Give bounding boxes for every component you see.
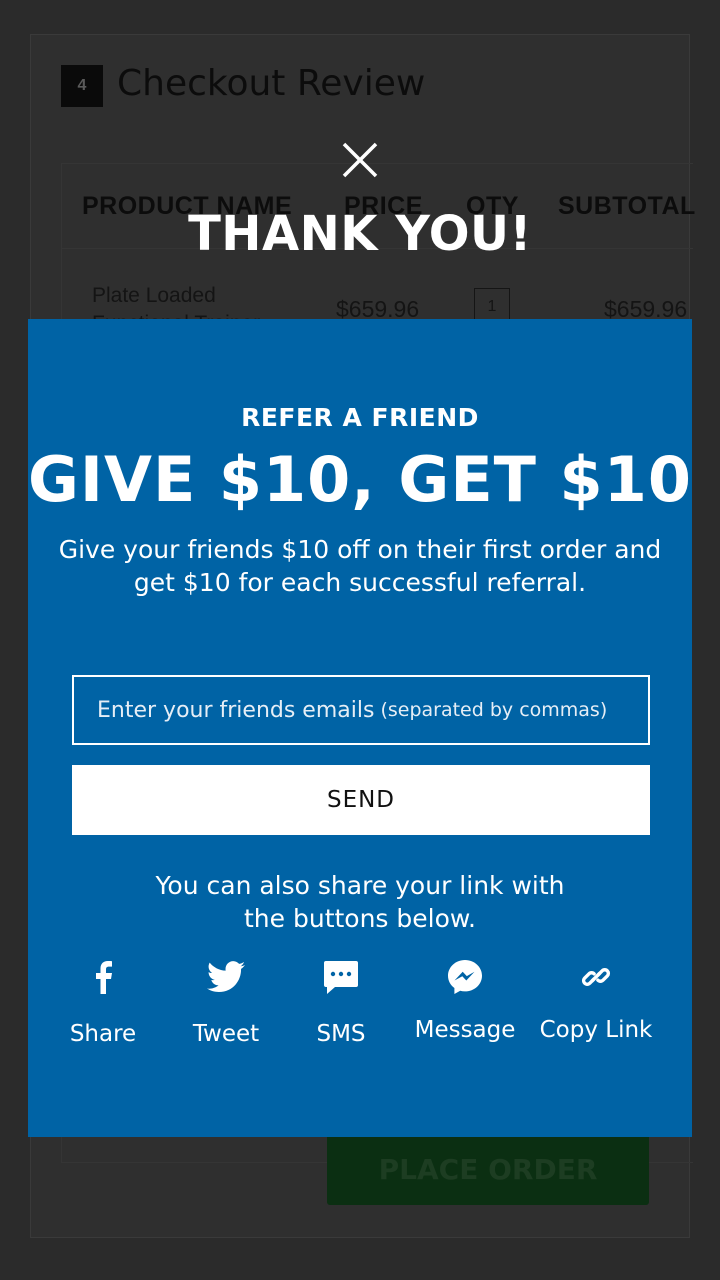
email-placeholder-hint: (separated by commas) xyxy=(380,699,608,721)
close-icon[interactable] xyxy=(336,136,384,184)
share-note-line1: You can also share your link with xyxy=(155,871,565,900)
facebook-icon xyxy=(38,955,168,999)
copy-link-label: Copy Link xyxy=(539,1017,653,1043)
share-note-line2: the buttons below. xyxy=(244,904,476,933)
twitter-icon xyxy=(161,955,291,999)
copy-link-button[interactable]: Copy Link xyxy=(531,955,661,1055)
step-number-badge: 4 xyxy=(61,65,103,107)
sms-icon xyxy=(276,955,406,999)
offer-headline: GIVE $10, GET $10 xyxy=(28,443,692,516)
referral-panel: REFER A FRIEND GIVE $10, GET $10 Give yo… xyxy=(28,319,692,1137)
offer-description: Give your friends $10 off on their first… xyxy=(58,535,662,597)
checkout-review-title: Checkout Review xyxy=(117,63,426,104)
friends-email-input[interactable]: Enter your friends emails (separated by … xyxy=(72,675,650,745)
email-placeholder-text: Enter your friends emails xyxy=(97,697,375,723)
send-button[interactable]: SEND xyxy=(72,765,650,835)
thank-you-heading: THANK YOU! xyxy=(188,206,532,262)
share-instructions: You can also share your link with the bu… xyxy=(68,869,652,935)
place-order-button[interactable]: PLACE ORDER xyxy=(327,1133,649,1205)
cell-product-name: Plate Loaded xyxy=(92,284,216,307)
link-icon xyxy=(531,955,661,999)
refer-a-friend-label: REFER A FRIEND xyxy=(241,403,479,432)
messenger-icon xyxy=(400,955,530,999)
